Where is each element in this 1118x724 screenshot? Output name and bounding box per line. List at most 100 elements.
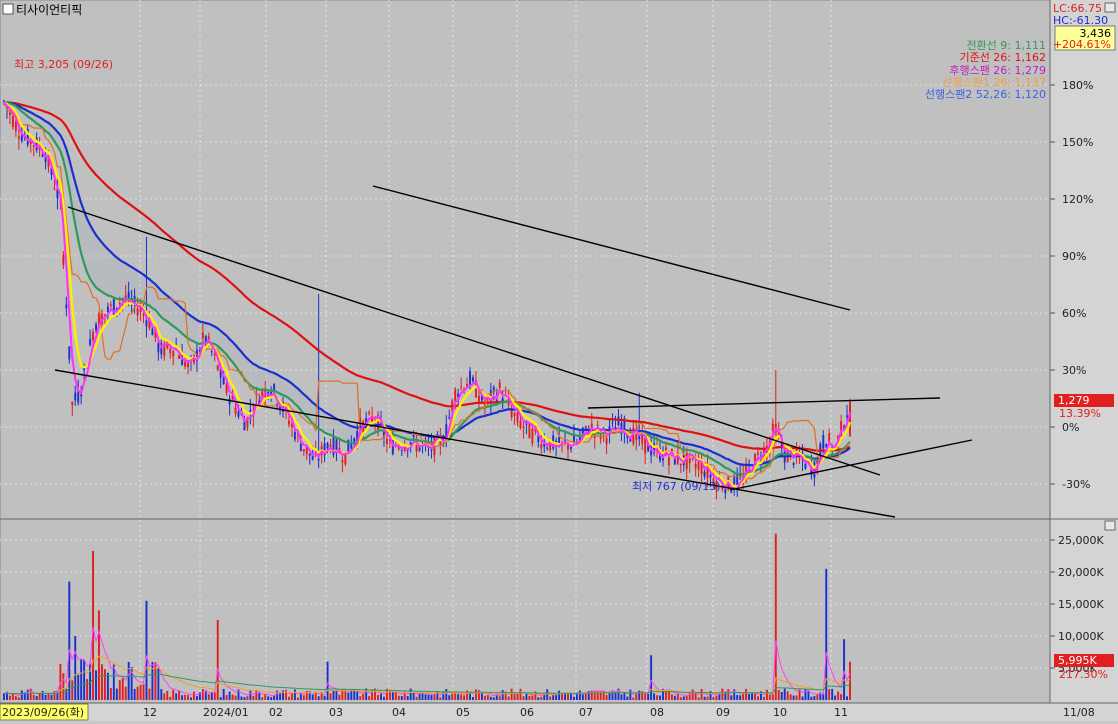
volume-bar (136, 686, 139, 700)
volume-bar (840, 694, 843, 700)
date-axis-bar (0, 703, 1118, 721)
volume-bar (415, 696, 418, 700)
date-tick-label: 11/08 (1063, 706, 1095, 719)
volume-bar (62, 673, 65, 700)
volume-bar (739, 695, 742, 700)
volume-bar (368, 696, 371, 700)
volume-bar (290, 693, 293, 700)
volume-bar (380, 693, 382, 700)
candle-body (757, 452, 759, 455)
candle-body (53, 188, 56, 190)
volume-bar (172, 689, 175, 700)
volume-bar (109, 688, 112, 700)
volume-bar (302, 695, 305, 700)
volume-bar (252, 695, 255, 700)
volume-bar (210, 692, 213, 700)
volume-bar (35, 696, 38, 700)
volume-bar (50, 694, 53, 700)
candle-body (460, 386, 463, 388)
volume-bar (629, 689, 632, 700)
volume-bar (834, 695, 837, 700)
candle-body (228, 398, 231, 405)
volume-bar (74, 636, 77, 700)
candle-body (792, 462, 795, 465)
chart-svg: 티사이언티픽 최고 3,205 (09/26) 최저 767 (09/13) 전… (0, 0, 1118, 721)
volume-bar (480, 692, 483, 700)
volume-bar (207, 694, 210, 700)
candle-body (299, 444, 302, 451)
volume-bar (691, 689, 694, 700)
volume-bar (195, 696, 198, 700)
candle-body (546, 447, 549, 449)
candle-body (109, 304, 112, 306)
volume-bar (240, 696, 243, 700)
volume-bar (540, 696, 543, 700)
volume-bar (44, 694, 47, 700)
volume-bar (118, 680, 121, 700)
volume-bar (498, 696, 501, 700)
date-tick-label: 11 (834, 706, 848, 719)
volume-bar (706, 696, 709, 700)
volume-bar (567, 693, 569, 700)
candle-body (709, 474, 712, 478)
volume-bar (77, 673, 80, 700)
candle-body (694, 463, 697, 469)
volume-pane-button[interactable] (1104, 520, 1116, 531)
candle-body (106, 306, 109, 312)
volume-bar (219, 697, 222, 700)
candle-body (184, 361, 187, 367)
volume-bar (427, 694, 430, 700)
volume-bar (679, 697, 682, 700)
candle-body (169, 348, 172, 354)
volume-bar (754, 693, 756, 700)
candle-body (510, 409, 513, 418)
volume-bar (216, 620, 219, 700)
volume-bar (103, 669, 106, 700)
volume-bar (528, 695, 531, 700)
candle-body (436, 434, 439, 436)
volume-bar (765, 689, 768, 700)
volume-bar (92, 550, 95, 700)
volume-bar (659, 695, 661, 700)
volume-bar (311, 694, 314, 700)
volume-bar (100, 664, 103, 700)
date-tick-label: 2024/01 (203, 706, 249, 719)
volume-bar (98, 610, 100, 700)
volume-bar (792, 695, 795, 700)
volume-bar (561, 693, 564, 700)
volume-bar (234, 695, 237, 700)
volume-bar (605, 694, 608, 700)
volume-bar (525, 693, 528, 700)
volume-bar (771, 694, 774, 700)
candle-body (95, 324, 97, 330)
volume-bar (757, 696, 759, 700)
legend-senkou2: 선행스팬2 52,26: 1,120 (925, 88, 1046, 101)
candle-body (308, 453, 311, 456)
volume-bar (166, 690, 169, 700)
candle-body (703, 471, 706, 477)
volume-bar (225, 695, 228, 700)
volume-bar (145, 600, 148, 700)
volume-bar (777, 689, 780, 700)
price-pane-button[interactable] (1104, 2, 1116, 13)
candle-body (288, 420, 290, 425)
volume-bar (486, 695, 489, 700)
candle-body (89, 339, 92, 345)
volume-bar (667, 689, 670, 700)
volume-bar (843, 639, 846, 700)
volume-bar (424, 694, 427, 700)
volume-bar (673, 695, 676, 700)
volume-bar (326, 661, 329, 700)
volume-bar (356, 691, 359, 700)
volume-bar (400, 696, 403, 700)
volume-bar (650, 655, 653, 700)
volume-bar (231, 694, 234, 700)
volume-bar (549, 696, 552, 700)
candle-body (20, 134, 23, 142)
window-icon[interactable] (2, 3, 14, 15)
candle-body (412, 434, 415, 438)
volume-bar (255, 689, 258, 700)
volume-bar (653, 693, 656, 700)
volume-bar (288, 696, 290, 700)
volume-bar (17, 697, 20, 700)
